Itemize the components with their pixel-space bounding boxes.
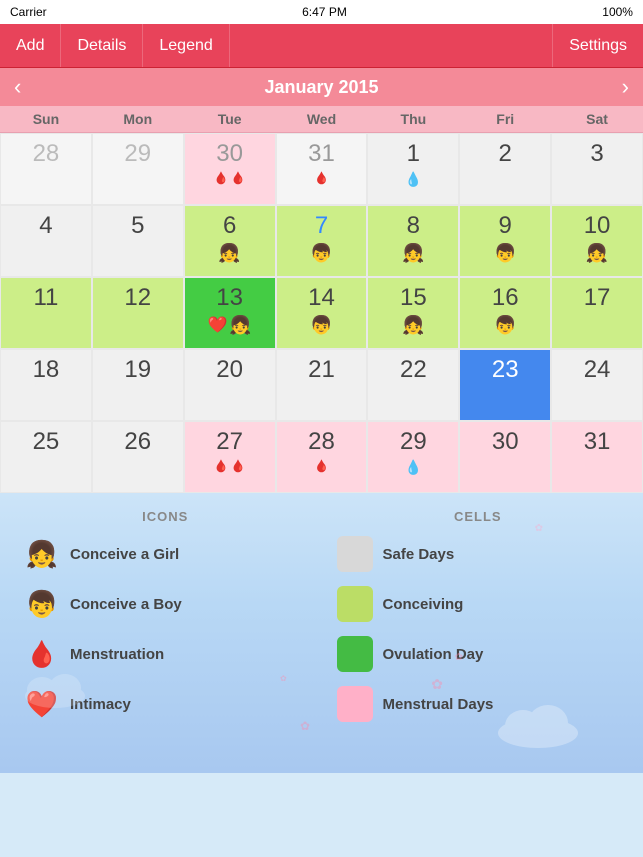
cell-icons: 👦 — [310, 243, 332, 264]
calendar-cell[interactable]: 18 — [0, 349, 92, 421]
calendar-cell[interactable]: 27🩸🩸 — [184, 421, 276, 493]
day-header-mon: Mon — [92, 106, 184, 132]
calendar-grid: 282930🩸🩸31🩸1💧23456👧7👦8👧9👦10👧111213❤️ 👧14… — [0, 133, 643, 493]
calendar-cell[interactable]: 29💧 — [367, 421, 459, 493]
day-header-wed: Wed — [276, 106, 368, 132]
cell-icons: 👦 — [494, 243, 516, 264]
calendar-cell[interactable]: 28 — [0, 133, 92, 205]
day-header-sat: Sat — [551, 106, 643, 132]
carrier-label: Carrier — [10, 5, 47, 19]
add-button[interactable]: Add — [0, 24, 61, 67]
cell-icons: 💧 — [405, 459, 422, 476]
legend-button[interactable]: Legend — [143, 24, 229, 67]
status-bar: Carrier 6:47 PM 100% — [0, 0, 643, 24]
menstrual-swatch — [337, 686, 373, 722]
cell-icons: 👦 — [494, 315, 516, 336]
safe-swatch — [337, 536, 373, 572]
calendar-cell[interactable]: 6👧 — [184, 205, 276, 277]
settings-button[interactable]: Settings — [552, 24, 643, 67]
calendar-cell[interactable]: 8👧 — [367, 205, 459, 277]
cell-icons: 👧 — [402, 243, 424, 264]
calendar-cell[interactable]: 22 — [367, 349, 459, 421]
calendar-cell[interactable]: 5 — [92, 205, 184, 277]
calendar-cell[interactable]: 16👦 — [459, 277, 551, 349]
calendar-cell[interactable]: 4 — [0, 205, 92, 277]
conceiving-swatch — [337, 586, 373, 622]
calendar-cell[interactable]: 15👧 — [367, 277, 459, 349]
calendar-cell[interactable]: 2 — [459, 133, 551, 205]
calendar-cell[interactable]: 17 — [551, 277, 643, 349]
cell-icons: ❤️ 👧 — [207, 315, 251, 336]
calendar-cell[interactable]: 7👦 — [276, 205, 368, 277]
calendar-cell[interactable]: 14👦 — [276, 277, 368, 349]
calendar-cell[interactable]: 12 — [92, 277, 184, 349]
time-label: 6:47 PM — [302, 5, 347, 19]
menstruation-label: Menstruation — [70, 646, 164, 663]
calendar-cell[interactable]: 19 — [92, 349, 184, 421]
boy-label: Conceive a Boy — [70, 596, 182, 613]
cell-icons: 🩸🩸 — [214, 459, 246, 473]
calendar-cell[interactable]: 9👦 — [459, 205, 551, 277]
calendar-cell[interactable]: 30 — [459, 421, 551, 493]
calendar-cell[interactable]: 3 — [551, 133, 643, 205]
month-header: ‹ January 2015 › — [0, 68, 643, 106]
cell-icons: 🩸🩸 — [214, 171, 246, 185]
details-button[interactable]: Details — [61, 24, 143, 67]
day-header-sun: Sun — [0, 106, 92, 132]
icons-title: ICONS — [24, 509, 307, 524]
legend-conceiving: Conceiving — [337, 586, 620, 622]
calendar-cell[interactable]: 23 — [459, 349, 551, 421]
calendar-cell[interactable]: 10👧 — [551, 205, 643, 277]
ovulation-label: Ovulation Day — [383, 646, 484, 663]
legend-section: ✿ ✿ ✿ ✿ ✿ ICONS 👧 Conceive a Girl 👦 Conc… — [0, 493, 643, 773]
cell-icons: 🩸 — [314, 459, 329, 473]
legend-girl: 👧 Conceive a Girl — [24, 536, 307, 572]
conceiving-label: Conceiving — [383, 596, 464, 613]
boy-icon: 👦 — [24, 586, 60, 622]
next-month-button[interactable]: › — [622, 74, 629, 100]
legend-boy: 👦 Conceive a Boy — [24, 586, 307, 622]
calendar-cell[interactable]: 26 — [92, 421, 184, 493]
girl-icon: 👧 — [24, 536, 60, 572]
cell-icons: 💧 — [405, 171, 422, 188]
icons-legend: ICONS 👧 Conceive a Girl 👦 Conceive a Boy… — [24, 509, 307, 757]
girl-label: Conceive a Girl — [70, 546, 179, 563]
calendar-cell[interactable]: 1💧 — [367, 133, 459, 205]
legend-ovulation: Ovulation Day — [337, 636, 620, 672]
calendar-cell[interactable]: 20 — [184, 349, 276, 421]
calendar-cell[interactable]: 21 — [276, 349, 368, 421]
day-header-thu: Thu — [367, 106, 459, 132]
calendar-cell[interactable]: 30🩸🩸 — [184, 133, 276, 205]
cell-icons: 👦 — [310, 315, 332, 336]
cell-icons: 👧 — [586, 243, 608, 264]
calendar-cell[interactable]: 29 — [92, 133, 184, 205]
battery-label: 100% — [602, 5, 633, 19]
safe-label: Safe Days — [383, 546, 455, 563]
toolbar: Add Details Legend Settings — [0, 24, 643, 68]
day-headers: Sun Mon Tue Wed Thu Fri Sat — [0, 106, 643, 133]
cell-icons: 👧 — [402, 315, 424, 336]
cell-icons: 🩸 — [314, 171, 329, 185]
calendar-cell[interactable]: 31🩸 — [276, 133, 368, 205]
menstrual-label: Menstrual Days — [383, 696, 494, 713]
calendar-cell[interactable]: 11 — [0, 277, 92, 349]
calendar-cell[interactable]: 25 — [0, 421, 92, 493]
day-header-fri: Fri — [459, 106, 551, 132]
month-title: January 2015 — [264, 77, 378, 98]
calendar-cell[interactable]: 24 — [551, 349, 643, 421]
cell-icons: 👧 — [218, 243, 240, 264]
calendar-cell[interactable]: 13❤️ 👧 — [184, 277, 276, 349]
legend-menstruation: 🩸 Menstruation — [24, 636, 307, 672]
calendar-cell[interactable]: 28🩸 — [276, 421, 368, 493]
legend-safe: Safe Days — [337, 536, 620, 572]
calendar-cell[interactable]: 31 — [551, 421, 643, 493]
day-header-tue: Tue — [184, 106, 276, 132]
prev-month-button[interactable]: ‹ — [14, 74, 21, 100]
ovulation-swatch — [337, 636, 373, 672]
cells-title: CELLS — [337, 509, 620, 524]
menstruation-icon: 🩸 — [24, 636, 60, 672]
